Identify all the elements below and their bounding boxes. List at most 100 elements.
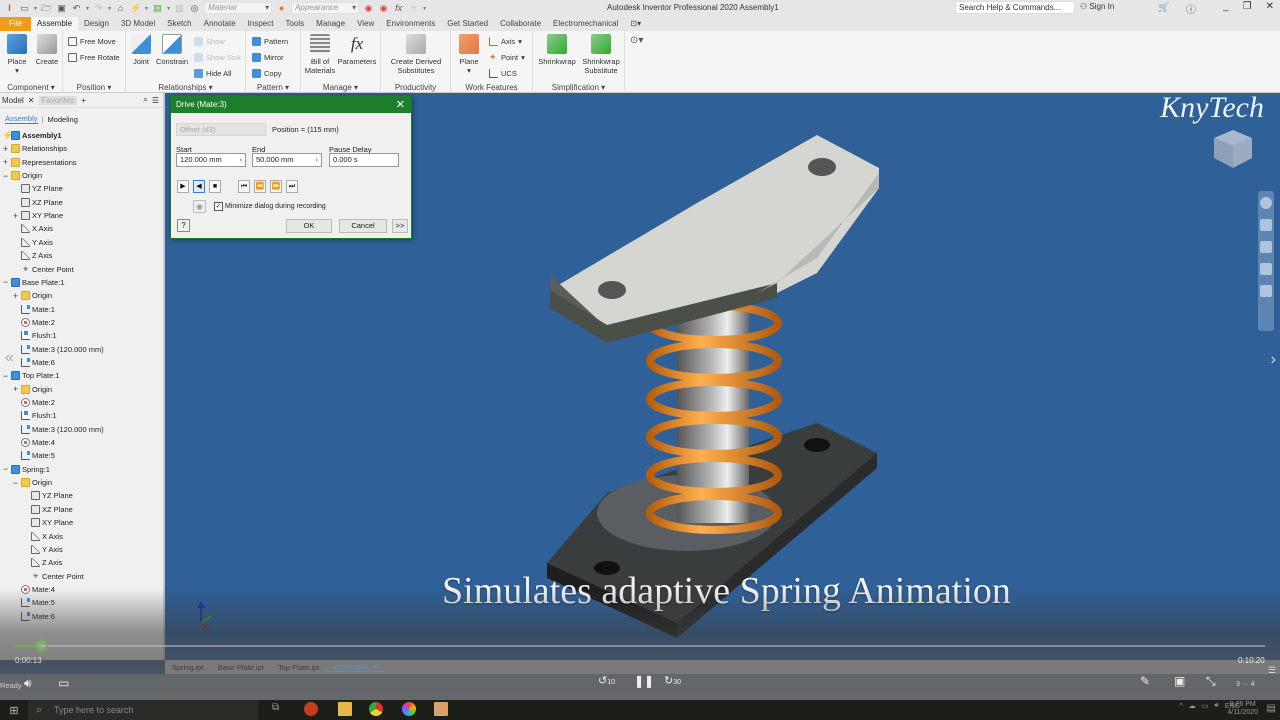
seek-bar[interactable] xyxy=(15,645,1265,647)
tab-file[interactable]: File xyxy=(0,17,31,31)
go-to-end-button[interactable]: ⏭ xyxy=(286,180,298,193)
rewind-10-button[interactable]: ↺10 xyxy=(598,674,615,687)
cart-icon[interactable]: 🛒 xyxy=(1158,2,1169,13)
inventor-taskbar-icon[interactable] xyxy=(434,702,448,716)
tab-get-started[interactable]: Get Started xyxy=(441,17,494,31)
photos-app-icon[interactable] xyxy=(402,702,416,716)
place-button[interactable]: Place ▾ xyxy=(5,34,29,75)
tab-environments[interactable]: Environments xyxy=(380,17,441,31)
constrain-button[interactable]: Constrain xyxy=(154,34,190,66)
browser-node[interactable]: − Origin xyxy=(12,476,52,489)
search-help-input[interactable]: Search Help & Commands... xyxy=(955,1,1075,14)
create-derived-substitutes-button[interactable]: Create Derived Substitutes xyxy=(385,34,447,75)
tab-view[interactable]: View xyxy=(351,17,380,31)
panel-title-pattern[interactable]: Pattern ▾ xyxy=(246,83,300,92)
windows-start-icon[interactable]: ⊞ xyxy=(0,704,28,717)
doc-tab-base-plate[interactable]: Base Plate.ipt xyxy=(211,663,271,672)
expand-toggle-icon[interactable]: + xyxy=(12,211,19,221)
browser-node[interactable]: − Base Plate:1 xyxy=(2,276,65,289)
browser-node[interactable]: Y Axis xyxy=(12,236,53,249)
ok-button[interactable]: OK xyxy=(286,219,332,233)
browser-node[interactable]: XZ Plane xyxy=(22,503,73,516)
expand-toggle-icon[interactable]: + xyxy=(2,157,9,167)
copy-button[interactable]: Copy xyxy=(252,67,282,79)
browser-node[interactable]: Mate:4 xyxy=(12,436,55,449)
sign-in-button[interactable]: ⚇ Sign In xyxy=(1080,2,1114,11)
exit-fullscreen-icon[interactable]: ⤡ xyxy=(1206,674,1216,689)
hide-all-button[interactable]: Hide All xyxy=(194,67,231,79)
help-icon[interactable]: ⓘ xyxy=(1186,1,1196,16)
browser-node[interactable]: Z Axis xyxy=(22,556,62,569)
menu-icon[interactable]: ☰ xyxy=(152,96,159,105)
browser-node[interactable]: XY Plane xyxy=(22,516,73,529)
tab-inspect[interactable]: Inspect xyxy=(242,17,280,31)
browser-node[interactable]: Mate:1 xyxy=(12,303,55,316)
panel-title-manage[interactable]: Manage ▾ xyxy=(301,83,380,92)
stop-button[interactable]: ■ xyxy=(209,180,221,193)
browser-node[interactable]: ⌖ Center Point xyxy=(22,570,84,583)
help-button[interactable]: ? xyxy=(177,219,190,232)
browser-node[interactable]: YZ Plane xyxy=(22,489,73,502)
volume-icon[interactable]: 🔊︎ xyxy=(24,676,32,691)
new-file-icon[interactable]: ▭ xyxy=(19,3,30,14)
browser-node[interactable]: ⚡ Assembly1 xyxy=(2,129,62,142)
tab-sketch[interactable]: Sketch xyxy=(161,17,197,31)
tab-electromechanical[interactable]: Electromechanical xyxy=(547,17,624,31)
forward-play-button[interactable]: ▶ xyxy=(177,180,189,193)
dialog-titlebar[interactable]: Drive (Mate:3) ✕ xyxy=(171,96,411,113)
browser-node[interactable]: ⌖ Center Point xyxy=(12,263,74,276)
adjust-appearance-icon[interactable]: ◉ xyxy=(363,3,374,14)
close-doc-tab-icon[interactable]: ✕ xyxy=(372,662,378,671)
chrome-icon[interactable] xyxy=(369,702,383,716)
end-input[interactable]: 50.000 mm › xyxy=(252,153,322,167)
task-view-icon[interactable]: ⧉ xyxy=(272,702,279,713)
clock[interactable]: 9:26 PM 4/11/2020 xyxy=(1227,701,1258,717)
browser-node[interactable]: − Origin xyxy=(2,169,42,182)
tray-expand-icon[interactable]: ^ xyxy=(1179,703,1182,710)
joint-button[interactable]: Joint xyxy=(129,34,153,66)
update-icon[interactable]: ⚡ xyxy=(130,3,141,14)
minimize-checkbox[interactable]: ✓ xyxy=(214,202,223,211)
step-forward-button[interactable]: ⏩ xyxy=(270,180,282,193)
end-expand-icon[interactable]: › xyxy=(316,154,319,166)
tab-assemble[interactable]: Assemble xyxy=(30,17,79,31)
expand-toggle-icon[interactable]: + xyxy=(2,144,9,154)
fx-icon[interactable]: fx xyxy=(393,3,404,14)
clear-appearance-icon[interactable]: ◉ xyxy=(378,3,389,14)
expand-toggle-icon[interactable]: + xyxy=(12,384,19,394)
taskbar-search[interactable]: Type here to search xyxy=(28,700,258,720)
reverse-play-button[interactable]: ◀ xyxy=(193,180,205,193)
pattern-button[interactable]: Pattern xyxy=(252,35,288,47)
measure-icon[interactable]: ▥ xyxy=(174,3,185,14)
browser-node[interactable]: Y Axis xyxy=(22,543,63,556)
browser-node[interactable]: YZ Plane xyxy=(12,182,63,195)
home-icon[interactable]: ⌂ xyxy=(115,3,126,14)
show-button[interactable]: Show xyxy=(194,35,225,47)
material-select[interactable]: Material xyxy=(204,2,273,14)
file-explorer-icon[interactable] xyxy=(338,702,352,716)
browser-node[interactable]: − Top Plate:1 xyxy=(2,369,60,382)
browser-node[interactable]: Mate:2 xyxy=(12,316,55,329)
browser-node[interactable]: + Origin xyxy=(12,383,52,396)
shrinkwrap-button[interactable]: Shrinkwrap xyxy=(537,34,577,66)
cancel-button[interactable]: Cancel xyxy=(339,219,387,233)
plus-icon[interactable]: + xyxy=(408,3,419,14)
status-menu-icon[interactable]: ☰ xyxy=(1268,665,1276,676)
expand-toggle-icon[interactable]: − xyxy=(12,478,19,488)
captions-icon[interactable]: ▭ xyxy=(58,676,69,690)
parameters-button[interactable]: fx Parameters xyxy=(336,34,378,66)
browser-node[interactable]: Mate:6 xyxy=(12,356,55,369)
appearance-select[interactable]: Appearance xyxy=(291,2,360,14)
ribbon-display-toggle-icon[interactable]: ⊡▾ xyxy=(624,17,647,31)
notifications-icon[interactable]: ▤ xyxy=(1267,703,1276,714)
browser-node[interactable]: + Origin xyxy=(12,289,52,302)
free-rotate-button[interactable]: Free Rotate xyxy=(68,51,120,63)
restore-icon[interactable]: ❐ xyxy=(1243,1,1252,12)
tab-manage[interactable]: Manage xyxy=(310,17,351,31)
expand-toggle-icon[interactable]: + xyxy=(12,291,19,301)
expand-toggle-icon[interactable]: − xyxy=(2,171,9,181)
mode-assembly[interactable]: Assembly xyxy=(5,114,38,124)
offset-select[interactable]: Offset (d3) xyxy=(176,123,266,136)
mode-modeling[interactable]: Modeling xyxy=(47,115,77,124)
powerpoint-icon[interactable] xyxy=(304,702,318,716)
